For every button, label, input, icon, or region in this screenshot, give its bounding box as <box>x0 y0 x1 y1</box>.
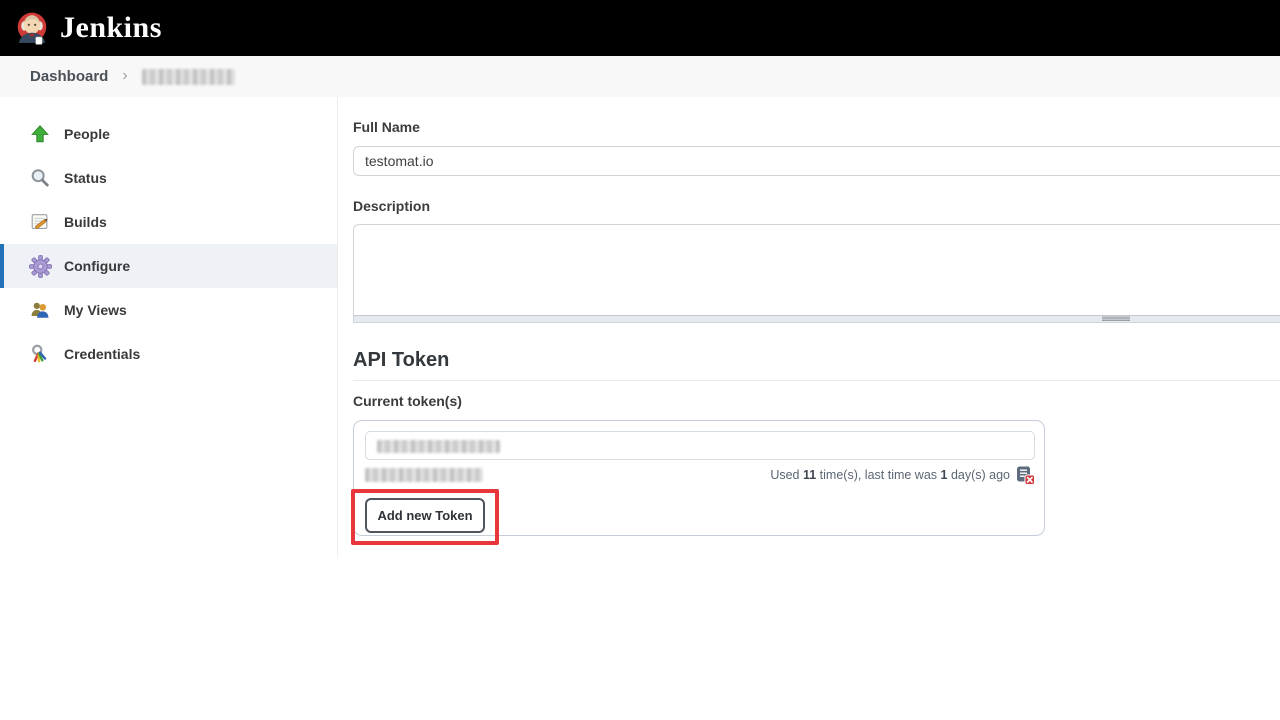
chevron-right-icon: › <box>122 67 127 85</box>
jenkins-home-link[interactable]: Jenkins <box>14 10 162 46</box>
sidebar-item-label: Configure <box>64 258 130 274</box>
credentials-icon <box>28 342 52 366</box>
current-tokens-label: Current token(s) <box>353 393 462 409</box>
sidebar-item-my-views[interactable]: My Views <box>0 288 337 332</box>
breadcrumb-username-redacted[interactable] <box>142 69 235 85</box>
top-header: Jenkins <box>0 0 1280 56</box>
up-arrow-icon <box>28 122 52 146</box>
sidebar-item-credentials[interactable]: Credentials <box>0 332 337 376</box>
search-icon <box>28 166 52 190</box>
sidebar-item-people[interactable]: People <box>0 112 337 156</box>
main-content: Full Name Description API Token Current … <box>353 97 1280 720</box>
full-name-label: Full Name <box>353 119 420 135</box>
sidebar-item-label: My Views <box>64 302 127 318</box>
token-name-input[interactable] <box>365 431 1035 460</box>
gear-icon <box>28 254 52 278</box>
token-entry-card: Used 11 time(s), last time was 1 day(s) … <box>353 420 1045 536</box>
token-created-date-redacted <box>365 468 483 482</box>
resize-grip-icon <box>1102 316 1130 321</box>
section-divider <box>353 380 1280 381</box>
sidebar-item-status[interactable]: Status <box>0 156 337 200</box>
textarea-resize-handle[interactable] <box>353 316 1280 323</box>
sidebar-item-builds[interactable]: Builds <box>0 200 337 244</box>
jenkins-butler-icon <box>14 10 50 46</box>
sidebar-item-configure[interactable]: Configure <box>0 244 337 288</box>
notepad-icon <box>28 210 52 234</box>
breadcrumb-dashboard[interactable]: Dashboard <box>30 68 108 85</box>
sidebar-item-label: Credentials <box>64 346 140 362</box>
sidebar-item-label: Status <box>64 170 107 186</box>
sidebar-item-label: People <box>64 126 110 142</box>
usage-count: 11 <box>803 468 816 482</box>
description-label: Description <box>353 198 430 214</box>
description-textarea[interactable] <box>353 224 1280 316</box>
token-usage-text: Used 11 time(s), last time was 1 day(s) … <box>770 468 1010 482</box>
full-name-input[interactable] <box>353 146 1280 176</box>
add-new-token-button[interactable]: Add new Token <box>365 498 485 533</box>
token-usage-row: Used 11 time(s), last time was 1 day(s) … <box>365 465 1035 485</box>
app-title: Jenkins <box>60 11 162 45</box>
token-name-redacted <box>377 440 500 453</box>
api-token-section-title: API Token <box>353 349 449 372</box>
breadcrumb: Dashboard › <box>0 56 1280 97</box>
sidebar-item-label: Builds <box>64 214 107 230</box>
people-group-icon <box>28 298 52 322</box>
revoke-token-icon[interactable] <box>1015 465 1035 485</box>
sidebar: People Status Builds <box>0 97 338 557</box>
